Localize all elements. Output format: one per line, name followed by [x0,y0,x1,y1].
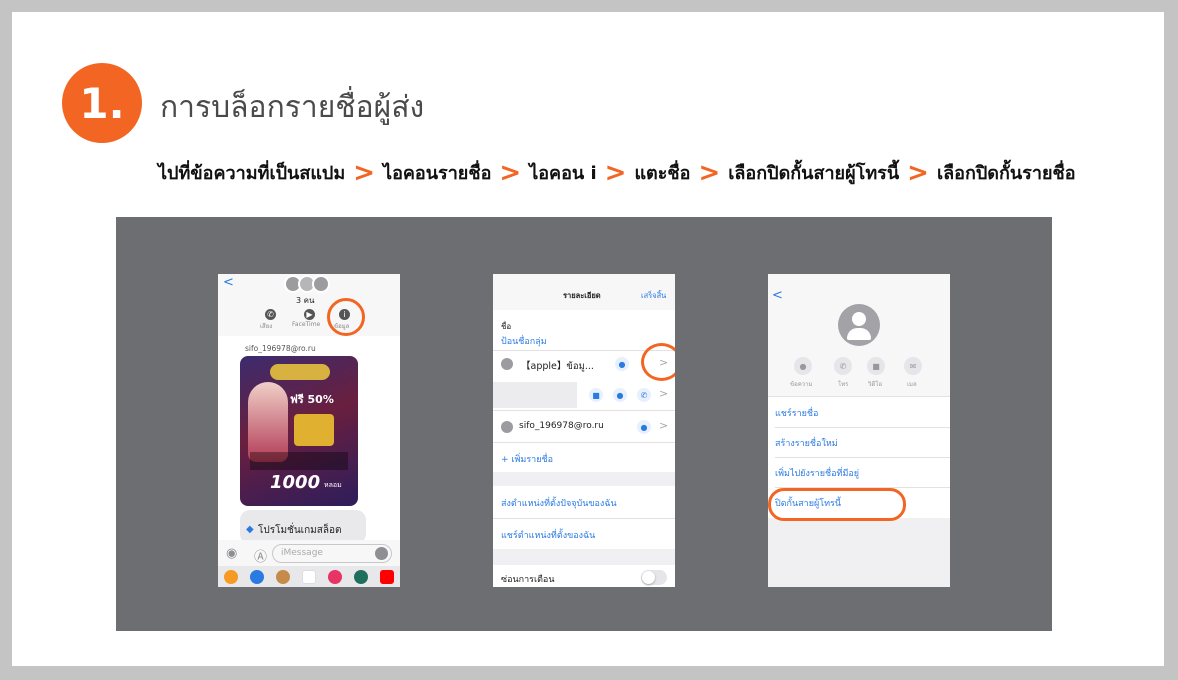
message-input[interactable]: iMessage [272,544,392,563]
chevron-right-icon[interactable]: > [659,387,668,400]
hide-alerts-label: ซ่อนการเตือน [501,575,555,585]
promo-unit: หลอม [324,481,342,489]
phone-icon[interactable]: ✆ [637,388,651,402]
video-icon[interactable]: ▶ [304,309,315,320]
input-placeholder: iMessage [281,548,323,558]
add-contact-button[interactable]: + เพิ่มรายชื่อ [501,452,553,466]
create-contact-button[interactable]: สร้างรายชื่อใหม่ [775,436,838,450]
chevron-right-icon: > [698,157,721,188]
contact-name[interactable]: sifo_196978@ro.ru [519,421,604,431]
contact-name[interactable]: 【apple】ข้อมู... [521,358,594,374]
group-avatars[interactable] [282,274,334,294]
group-count: 3 คน [296,296,315,305]
tutorial-card: 1. การบล็อกรายชื่อผู้ส่ง ไปที่ข้อความที่… [12,12,1164,666]
name-label: ชื่อ [501,322,512,331]
done-button[interactable]: เสร็จสิ้น [641,290,666,302]
back-chevron-icon[interactable]: < [772,288,783,303]
action-label: เสียง [260,323,273,330]
contact-avatar [501,421,513,433]
steps-breadcrumb: ไปที่ข้อความที่เป็นสแปม > ไอคอนรายชื่อ >… [158,158,1076,187]
chevron-right-icon[interactable]: > [659,419,668,432]
step-1-label: ไปที่ข้อความที่เป็นสแปม [158,163,346,184]
app-store-icon[interactable]: Ⓐ [254,546,267,565]
store-icon[interactable] [250,569,264,584]
character-figure [248,382,288,462]
music-icon[interactable] [302,569,316,584]
phone-screenshot-contact: < ● ✆ ■ ✉ ข้อความ โทร วิดีโอ เมล แชร์ราย… [768,274,950,587]
avatar [312,275,330,293]
step-2-label: ไอคอนรายชื่อ [383,163,492,184]
send-location-button[interactable]: ส่งตำแหน่งที่ตั้งปัจจุบันของฉัน [501,496,617,510]
video-icon[interactable]: ■ [867,357,885,375]
step-6-label: เลือกปิดกั้นรายชื่อ [936,163,1076,184]
memoji-icon[interactable] [276,569,290,584]
sender-address: sifo_196978@ro.ru [245,344,316,353]
add-to-existing-button[interactable]: เพิ่มไปยังรายชื่อที่มีอยู่ [775,466,859,480]
app-drawer [218,566,400,587]
action-label: วิดีโอ [868,381,883,388]
message-icon[interactable]: ● [794,357,812,375]
highlight-ring [641,343,675,381]
share-location-button[interactable]: แชร์ตำแหน่งที่ตั้งของฉัน [501,528,595,542]
share-contact-button[interactable]: แชร์รายชื่อ [775,406,818,420]
promo-box [294,414,334,446]
chevron-right-icon: > [604,157,627,188]
video-icon[interactable]: ■ [589,388,603,402]
action-label: โทร [838,381,849,388]
step-4-label: แตะชื่อ [634,163,691,184]
phone-screenshot-details: รายละเอียด เสร็จสิ้น ชื่อ ป้อนชื่อกลุ่ม … [493,274,675,587]
phone-icon[interactable]: ✆ [834,357,852,375]
logo-badge [270,364,330,380]
message-icon[interactable]: ● [637,420,651,434]
spam-image[interactable]: ฟรี 50% 1000 หลอม [240,356,358,506]
youtube-icon[interactable] [380,569,394,584]
phone-screenshot-messages: < 3 คน ✆ ▶ i เสียง FaceTime ข้อมูล sifo_… [218,274,400,587]
phone-icon[interactable]: ✆ [265,309,276,320]
back-chevron-icon[interactable]: < [223,275,234,290]
group-name-field[interactable]: ป้อนชื่อกลุ่ม [501,334,547,348]
camera-icon[interactable]: ◉ [226,546,237,561]
step-5-label: เลือกปิดกั้นสายผู้โทรนี้ [728,163,900,184]
hide-alerts-toggle[interactable] [641,570,667,585]
photos-icon[interactable] [224,569,238,584]
mail-icon[interactable]: ✉ [904,357,922,375]
audio-icon[interactable] [375,547,388,560]
chevron-right-icon: > [499,157,522,188]
sticker-icon[interactable] [328,569,342,584]
promo-badge: ฟรี 50% [290,393,334,406]
highlight-ring [327,298,365,336]
diamond-icon: ◆ [246,524,254,535]
chevron-right-icon: > [353,157,376,188]
message-icon[interactable]: ● [613,388,627,402]
message-icon[interactable]: ● [615,357,629,371]
chevron-right-icon: > [907,157,929,188]
message-bubble[interactable]: ◆ โปรโมชั่นเกมสล็อต [240,510,366,544]
promo-text-band [250,452,348,470]
header-title: รายละเอียด [563,291,601,300]
highlight-ring [768,488,906,521]
action-label: FaceTime [292,321,321,328]
game-icon[interactable] [354,569,368,584]
screenshots-panel: < 3 คน ✆ ▶ i เสียง FaceTime ข้อมูล sifo_… [116,217,1052,631]
action-label: ข้อความ [790,381,813,388]
step-title: การบล็อกรายชื่อผู้ส่ง [160,90,425,125]
bubble-text: โปรโมชั่นเกมสล็อต [258,525,342,536]
contact-avatar [501,358,513,370]
step-number-badge: 1. [62,63,142,143]
action-label: เมล [907,381,917,388]
step-3-label: ไอคอน i [529,163,597,184]
contact-avatar [838,304,880,346]
promo-amount: 1000 [270,472,321,493]
